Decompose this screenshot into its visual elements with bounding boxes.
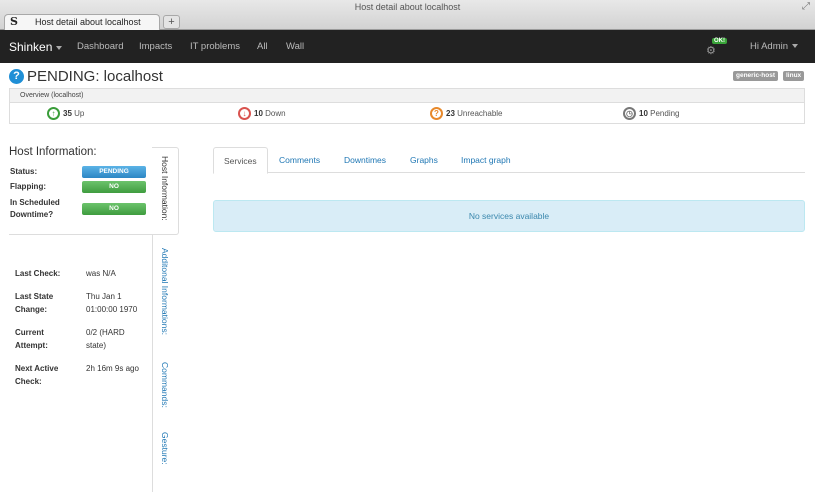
current-attempt-label-2: Attempt: bbox=[15, 341, 48, 350]
question-icon: ? bbox=[430, 107, 443, 121]
up-label: Up bbox=[74, 109, 85, 118]
nav-it-problems[interactable]: IT problems bbox=[190, 41, 240, 52]
down-count: 10 bbox=[254, 109, 263, 118]
brand-label: Shinken bbox=[9, 40, 53, 54]
next-check-label-2: Check: bbox=[15, 377, 42, 386]
next-check-label-1: Next Active bbox=[15, 364, 59, 373]
arrow-down-icon: ↓ bbox=[238, 107, 251, 121]
unreachable-label: Unreachable bbox=[457, 109, 503, 118]
fullscreen-icon[interactable]: ⤢ bbox=[802, 1, 810, 12]
new-tab-button[interactable]: + bbox=[163, 15, 180, 29]
last-check-value: was N/A bbox=[86, 269, 116, 278]
tab-graphs[interactable]: Graphs bbox=[400, 147, 448, 173]
overview-panel: Overview (localhost) ↑ 35 Up ↓ 10 Down ? 23… bbox=[9, 88, 805, 124]
status-label: Status: bbox=[10, 167, 38, 176]
tab-downtimes[interactable]: Downtimes bbox=[334, 147, 396, 173]
gear-icon: ⚙ bbox=[706, 45, 716, 57]
tab-impact-graph[interactable]: Impact graph bbox=[451, 147, 521, 173]
window-title: Host detail about localhost bbox=[354, 2, 461, 12]
arrow-up-icon: ↑ bbox=[47, 107, 60, 121]
user-greeting: Hi Admin bbox=[750, 41, 789, 52]
host-info-title: Host Information: bbox=[9, 146, 97, 158]
chevron-down-icon bbox=[792, 44, 799, 49]
down-label: Down bbox=[265, 109, 286, 118]
last-state-change-value-1: Thu Jan 1 bbox=[86, 292, 122, 301]
vtab-additional-informations[interactable]: Additonal Informations: bbox=[160, 248, 170, 335]
next-check-value: 2h 16m 9s ago bbox=[86, 364, 139, 373]
unreachable-count: 23 bbox=[446, 109, 455, 118]
overview-heading: Overview (localhost) bbox=[10, 89, 804, 103]
current-attempt-label-1: Current bbox=[15, 328, 44, 337]
tag-generic-host[interactable]: generic-host bbox=[733, 71, 779, 81]
top-navbar: Shinken Dashboard Impacts IT problems Al… bbox=[0, 30, 815, 63]
content-tabs: Services Comments Downtimes Graphs Impac… bbox=[213, 147, 805, 174]
current-attempt-value-1: 0/2 (HARD bbox=[86, 328, 125, 337]
no-services-alert: No services available bbox=[213, 200, 805, 232]
flapping-badge: NO bbox=[82, 181, 146, 193]
overview-down[interactable]: ↓ 10 Down bbox=[238, 107, 286, 121]
tag-linux[interactable]: linux bbox=[783, 71, 805, 81]
downtime-label-line1: In Scheduled bbox=[10, 198, 60, 207]
help-icon[interactable]: ? bbox=[9, 69, 24, 84]
overview-unreachable[interactable]: ? 23 Unreachable bbox=[430, 107, 503, 121]
nav-wall[interactable]: Wall bbox=[286, 41, 304, 52]
shinken-favicon-icon: S bbox=[10, 15, 18, 28]
page-title: PENDING: localhost bbox=[27, 68, 163, 85]
vtab-commands[interactable]: Commands: bbox=[160, 362, 170, 408]
tab-comments[interactable]: Comments bbox=[269, 147, 330, 173]
user-menu[interactable]: Hi Admin bbox=[750, 41, 799, 52]
downtime-badge: NO bbox=[82, 203, 146, 215]
notifications-button[interactable]: ⚙ OK! bbox=[706, 38, 728, 58]
divider bbox=[9, 234, 152, 235]
nav-impacts[interactable]: Impacts bbox=[139, 41, 172, 52]
chevron-down-icon bbox=[56, 45, 63, 50]
downtime-label-line2: Downtime? bbox=[10, 210, 54, 219]
browser-chrome: Host detail about localhost ⤢ S Host det… bbox=[0, 0, 815, 30]
flapping-label: Flapping: bbox=[10, 182, 46, 191]
up-count: 35 bbox=[63, 109, 72, 118]
overview-pending[interactable]: ◷ 10 Pending bbox=[623, 107, 680, 121]
nav-all[interactable]: All bbox=[257, 41, 268, 52]
last-state-change-label-1: Last State bbox=[15, 292, 54, 301]
last-check-label: Last Check: bbox=[15, 269, 61, 278]
pending-count: 10 bbox=[639, 109, 648, 118]
last-state-change-label-2: Change: bbox=[15, 305, 47, 314]
vtab-divider bbox=[152, 235, 153, 492]
vtab-host-information-label[interactable]: Host Information: bbox=[160, 156, 170, 221]
browser-tab-label: Host detail about localhost bbox=[35, 17, 141, 27]
notification-badge: OK! bbox=[712, 38, 727, 44]
current-attempt-value-2: state) bbox=[86, 341, 107, 350]
nav-dashboard[interactable]: Dashboard bbox=[77, 41, 123, 52]
pending-label: Pending bbox=[650, 109, 680, 118]
overview-up[interactable]: ↑ 35 Up bbox=[47, 107, 84, 121]
vtab-gesture[interactable]: Gesture: bbox=[160, 432, 170, 465]
last-state-change-value-2: 01:00:00 1970 bbox=[86, 305, 138, 314]
brand-menu[interactable]: Shinken bbox=[9, 40, 63, 54]
status-badge: PENDING bbox=[82, 166, 146, 178]
tab-services[interactable]: Services bbox=[213, 147, 268, 174]
clock-icon: ◷ bbox=[623, 107, 636, 121]
browser-tab[interactable]: S Host detail about localhost bbox=[4, 14, 160, 30]
